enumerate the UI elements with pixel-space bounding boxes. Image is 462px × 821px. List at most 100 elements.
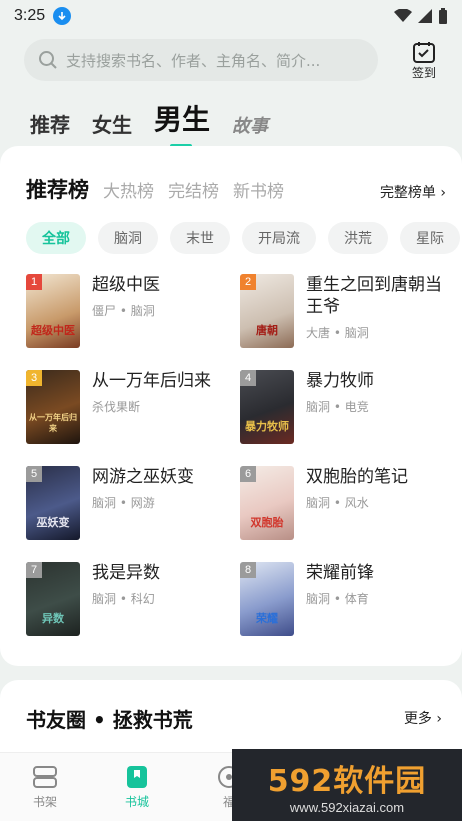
book-item[interactable]: 1 超级中医 超级中医 僵尸 • 脑洞	[26, 274, 240, 348]
nav-bookstore-label: 书城	[124, 794, 149, 809]
book-tags: 脑洞 • 体育	[306, 592, 369, 606]
book-cover: 6 双胞胎	[240, 466, 294, 540]
cover-title: 暴力牧师	[245, 420, 289, 433]
chip-honghuang[interactable]: 洪荒	[328, 222, 388, 254]
cover-title: 双胞胎	[250, 516, 284, 529]
bookshelf-icon	[33, 765, 57, 788]
rank-tab-new[interactable]: 新书榜	[233, 177, 284, 202]
book-title: 我是异数	[92, 563, 160, 583]
more-link[interactable]: 更多 ›	[404, 708, 442, 728]
download-icon	[53, 7, 72, 25]
book-title: 双胞胎的笔记	[306, 467, 408, 487]
rank-badge: 7	[26, 562, 42, 578]
rank-tab-recommend[interactable]: 推荐榜	[26, 174, 89, 204]
tab-story[interactable]: 故事	[232, 112, 268, 138]
chip-opening[interactable]: 开局流	[242, 222, 316, 254]
book-info: 超级中医 僵尸 • 脑洞	[92, 274, 160, 348]
book-info: 双胞胎的笔记 脑洞 • 风水	[306, 466, 408, 540]
signal-icon	[418, 9, 432, 23]
book-cover: 3 从一万年后归来	[26, 370, 80, 444]
book-tags: 脑洞 • 电竞	[306, 400, 369, 414]
rank-badge: 3	[26, 370, 42, 386]
book-title: 超级中医	[92, 275, 160, 295]
book-info: 荣耀前锋 脑洞 • 体育	[306, 562, 374, 636]
book-tags: 大唐 • 脑洞	[306, 326, 369, 340]
more-label: 更多	[403, 711, 432, 727]
nav-bookstore[interactable]: 书城	[112, 765, 162, 810]
book-info: 暴力牧师 脑洞 • 电竞	[306, 370, 374, 444]
book-info: 重生之回到唐朝当王爷 大唐 • 脑洞	[306, 274, 446, 348]
tab-male[interactable]: 男生	[154, 98, 210, 148]
wifi-icon	[394, 9, 412, 22]
chip-brainhole[interactable]: 脑洞	[98, 222, 158, 254]
rank-badge: 4	[240, 370, 256, 386]
rank-tab-finished[interactable]: 完结榜	[168, 177, 219, 202]
chevron-right-icon: ›	[436, 711, 442, 727]
book-cover: 7 异数	[26, 562, 80, 636]
cover-title: 唐朝	[256, 324, 278, 337]
rank-tab-hot[interactable]: 大热榜	[103, 177, 154, 202]
rank-badge: 6	[240, 466, 256, 482]
battery-icon	[439, 8, 447, 24]
book-cover: 8 荣耀	[240, 562, 294, 636]
search-icon	[39, 51, 57, 69]
book-tags: 僵尸 • 脑洞	[92, 304, 155, 318]
cover-title: 异数	[42, 612, 64, 625]
book-item[interactable]: 6 双胞胎 双胞胎的笔记 脑洞 • 风水	[240, 466, 446, 540]
book-item[interactable]: 2 唐朝 重生之回到唐朝当王爷 大唐 • 脑洞	[240, 274, 446, 348]
book-title: 网游之巫妖变	[92, 467, 194, 487]
calendar-check-icon	[413, 41, 435, 63]
book-tags: 脑洞 • 网游	[92, 496, 155, 510]
book-title: 荣耀前锋	[306, 563, 374, 583]
book-item[interactable]: 5 巫妖变 网游之巫妖变 脑洞 • 网游	[26, 466, 240, 540]
book-title: 从一万年后归来	[92, 371, 211, 391]
book-item[interactable]: 7 异数 我是异数 脑洞 • 科幻	[26, 562, 240, 636]
book-cover: 4 暴力牧师	[240, 370, 294, 444]
rank-badge: 2	[240, 274, 256, 290]
rank-tabs: 推荐榜 大热榜 完结榜 新书榜 完整榜单 ›	[26, 174, 446, 204]
book-tags: 脑洞 • 科幻	[92, 592, 155, 606]
book-info: 从一万年后归来 杀伐果断	[92, 370, 211, 444]
watermark-main: 592软件园	[267, 763, 427, 799]
book-cover: 5 巫妖变	[26, 466, 80, 540]
tab-female[interactable]: 女生	[92, 109, 132, 138]
status-icons	[394, 8, 448, 24]
watermark: 592软件园 www.592xiazai.com	[232, 749, 462, 821]
book-item[interactable]: 8 荣耀 荣耀前锋 脑洞 • 体育	[240, 562, 446, 636]
book-grid: 1 超级中医 超级中医 僵尸 • 脑洞 2 唐朝 重生之回到唐朝当王爷 大唐 •…	[26, 274, 446, 636]
chip-interstellar[interactable]: 星际	[400, 222, 460, 254]
bookstore-icon	[127, 765, 147, 788]
watermark-url: www.592xiazai.com	[289, 799, 405, 815]
full-list-link[interactable]: 完整榜单 ›	[380, 182, 446, 202]
full-list-label: 完整榜单	[379, 185, 436, 201]
nav-bookshelf[interactable]: 书架	[20, 765, 70, 810]
cover-title: 从一万年后归来	[29, 413, 77, 433]
chip-all[interactable]: 全部	[26, 222, 86, 254]
genre-chips: 全部 脑洞 末世 开局流 洪荒 星际	[26, 222, 462, 254]
cover-title: 荣耀	[256, 612, 278, 625]
rank-badge: 8	[240, 562, 256, 578]
circle-title: 书友圈 • 拯救书荒	[26, 708, 193, 732]
tab-recommend[interactable]: 推荐	[30, 109, 70, 138]
channel-tabs: 推荐 女生 男生 故事	[30, 94, 268, 148]
book-item[interactable]: 4 暴力牧师 暴力牧师 脑洞 • 电竞	[240, 370, 446, 444]
search-input[interactable]: 支持搜索书名、作者、主角名、简介...	[24, 39, 378, 81]
signin-label: 签到	[411, 65, 436, 80]
search-row: 支持搜索书名、作者、主角名、简介... 签到	[24, 36, 444, 84]
cover-title: 巫妖变	[36, 516, 70, 529]
book-item[interactable]: 3 从一万年后归来 从一万年后归来 杀伐果断	[26, 370, 240, 444]
book-info: 我是异数 脑洞 • 科幻	[92, 562, 160, 636]
rank-badge: 5	[26, 466, 42, 482]
rank-badge: 1	[26, 274, 42, 290]
chip-apocalypse[interactable]: 末世	[170, 222, 230, 254]
book-tags: 杀伐果断	[92, 400, 141, 414]
search-placeholder: 支持搜索书名、作者、主角名、简介...	[66, 51, 321, 70]
status-time: 3:25	[14, 7, 46, 24]
book-tags: 脑洞 • 风水	[306, 496, 369, 510]
nav-bookshelf-label: 书架	[32, 794, 57, 809]
book-info: 网游之巫妖变 脑洞 • 网游	[92, 466, 194, 540]
book-cover: 2 唐朝	[240, 274, 294, 348]
book-cover: 1 超级中医	[26, 274, 80, 348]
signin-button[interactable]: 签到	[404, 40, 444, 81]
cover-title: 超级中医	[31, 324, 75, 337]
